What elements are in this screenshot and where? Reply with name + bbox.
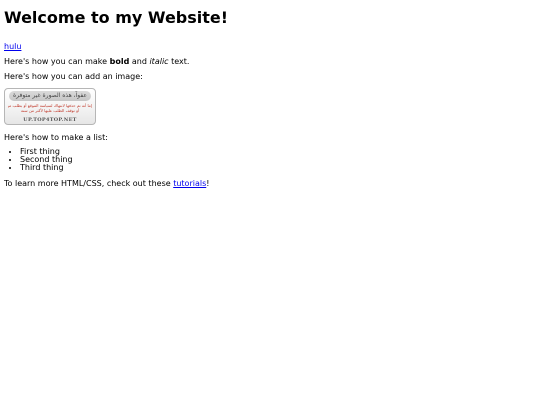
- link-paragraph: hulu: [4, 42, 536, 52]
- list-item: Second thing: [20, 156, 536, 164]
- tutorials-link[interactable]: tutorials: [173, 179, 206, 188]
- bold-sentence-suffix: text.: [168, 57, 190, 66]
- bold-sentence-middle: and: [129, 57, 150, 66]
- italic-word: italic: [149, 57, 169, 66]
- unavailable-image-placeholder: عفواً، هذه الصورة غير متوفرة إما أنه تم …: [4, 88, 96, 125]
- list-item: First thing: [20, 148, 536, 156]
- list-intro-text: Here's how to make a list:: [4, 133, 108, 142]
- learn-more-prefix: To learn more HTML/CSS, check out these: [4, 179, 174, 188]
- learn-more-suffix: !: [206, 179, 210, 188]
- page-content: Welcome to my Website! hulu Here's how y…: [0, 0, 540, 189]
- page-title: Welcome to my Website!: [4, 8, 229, 27]
- bullet-list: First thing Second thing Third thing: [4, 148, 536, 172]
- image-intro-text: Here's how you can add an image:: [4, 72, 143, 81]
- learn-more-paragraph: To learn more HTML/CSS, check out these …: [4, 179, 536, 189]
- bold-word: bold: [109, 57, 130, 66]
- image-message-line-2: أو توقف الطلب عليها لأكثر من سنة: [20, 108, 80, 113]
- bold-sentence-prefix: Here's how you can make: [4, 57, 110, 66]
- image-watermark-url: UP.TOP4TOP.NET: [23, 117, 77, 123]
- bold-italic-paragraph: Here's how you can make bold and italic …: [4, 57, 536, 67]
- image-title-bar: عفواً، هذه الصورة غير متوفرة: [9, 91, 91, 101]
- list-item: Third thing: [20, 164, 536, 172]
- hulu-link[interactable]: hulu: [4, 42, 21, 51]
